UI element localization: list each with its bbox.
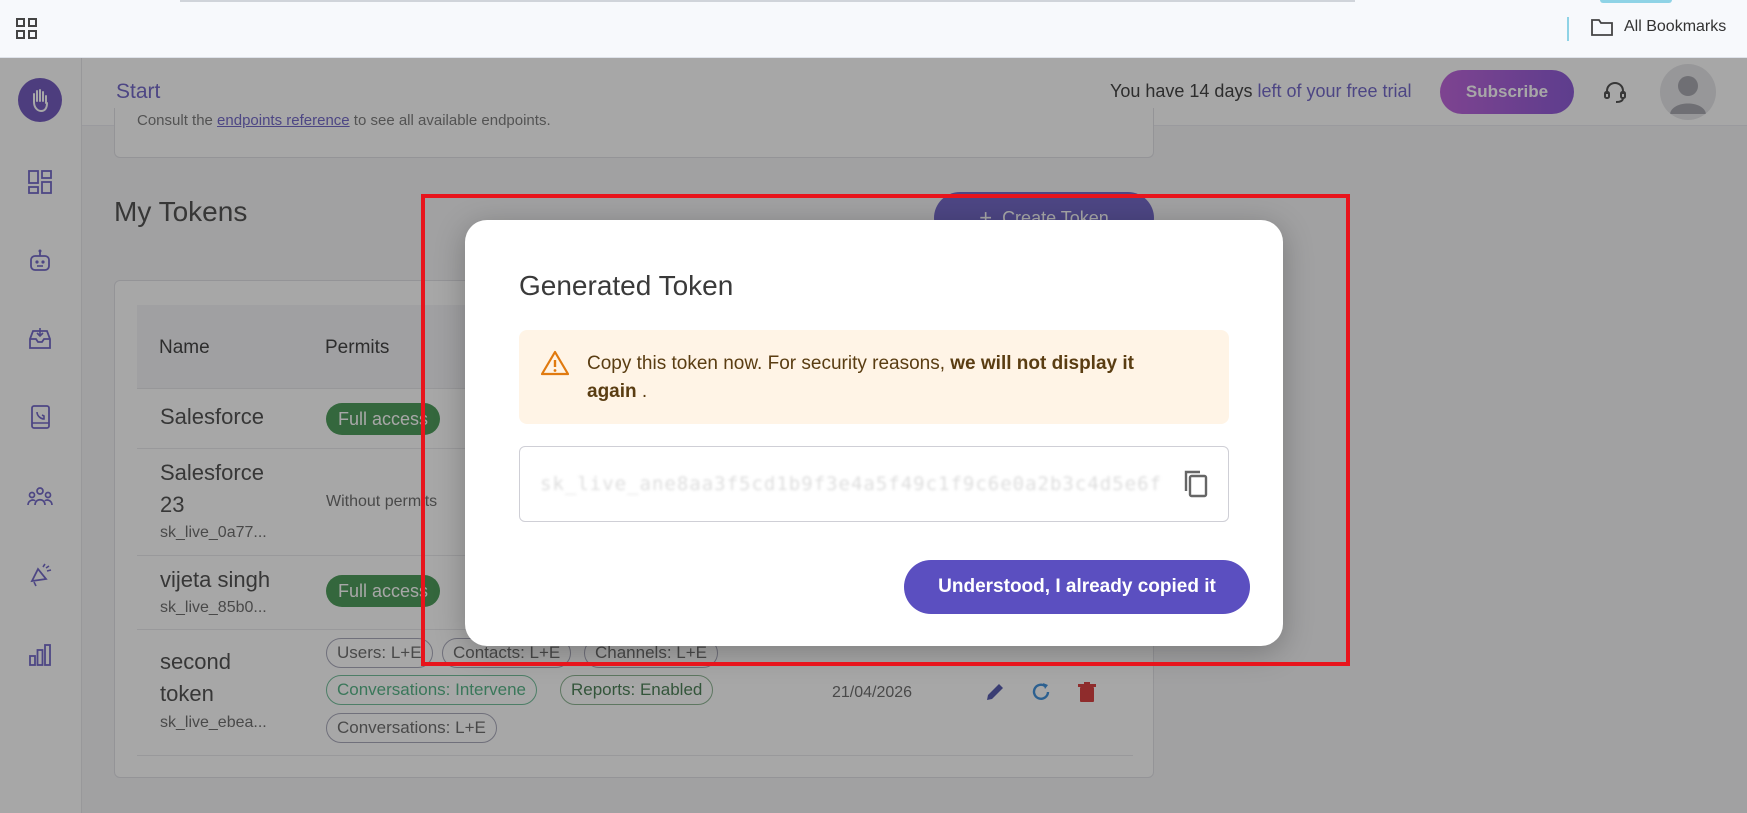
warning-icon [541,350,569,376]
token-value[interactable]: sk_live_ane8aa3f5cd1b9f3e4a5f49c1f9c6e0a… [540,473,1160,495]
token-field[interactable]: sk_live_ane8aa3f5cd1b9f3e4a5f49c1f9c6e0a… [519,446,1229,522]
warning-prefix: Copy this token now. For security reason… [587,353,951,374]
folder-icon [1591,19,1613,36]
dialog-title: Generated Token [519,270,734,301]
address-bar-edge [180,0,1355,2]
bookmark-divider [1567,17,1569,41]
confirm-copied-button[interactable]: Understood, I already copied it [904,560,1250,614]
tab-indicator [1600,0,1672,3]
browser-bookmarks-bar: All Bookmarks [0,0,1747,58]
security-warning: Copy this token now. For security reason… [519,330,1229,424]
warning-text: Copy this token now. For security reason… [587,350,1187,406]
all-bookmarks-button[interactable]: All Bookmarks [1590,16,1726,38]
all-bookmarks-label: All Bookmarks [1624,18,1727,35]
apps-grid-icon[interactable] [16,18,38,40]
generated-token-dialog: Generated Token Copy this token now. For… [465,220,1283,646]
copy-icon[interactable] [1180,467,1212,501]
warning-end: . [636,381,648,402]
